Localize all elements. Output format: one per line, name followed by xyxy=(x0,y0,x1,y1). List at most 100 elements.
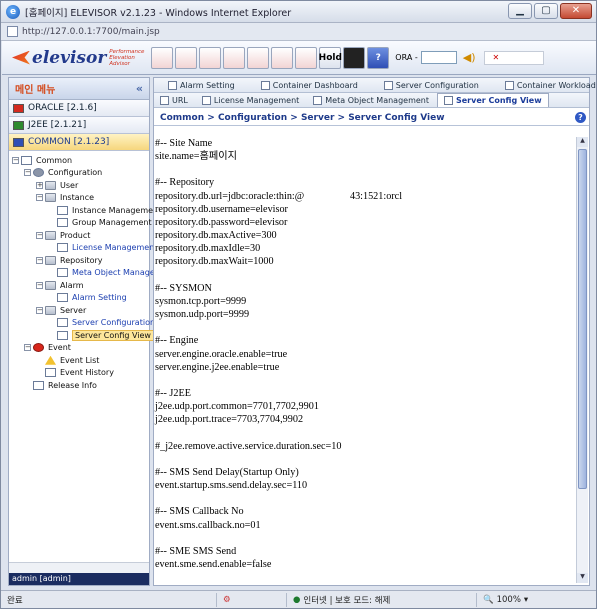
page-icon xyxy=(57,218,68,228)
collapse-icon[interactable]: « xyxy=(136,82,143,95)
tree-item[interactable]: Server Config View xyxy=(9,329,154,342)
tab-item[interactable]: Server Config View xyxy=(436,93,549,107)
tree-item-label: Server xyxy=(60,305,87,315)
tree-item[interactable]: − Product xyxy=(9,229,149,242)
config-text: #-- Site Name site.name=홈페이지 #-- Reposit… xyxy=(155,138,403,570)
alarm-box[interactable]: ✕ xyxy=(483,50,544,65)
collapse-icon[interactable]: − xyxy=(36,281,43,289)
tree-item[interactable]: Meta Object Management xyxy=(9,267,176,280)
menu-title: 메인 메뉴 xyxy=(15,85,56,96)
address-bar: http://127.0.0.1:7700/main.jsp xyxy=(1,23,596,41)
window-title: [홈페이지] ELEVISOR v2.1.23 - Windows Intern… xyxy=(25,7,292,19)
folder-icon xyxy=(45,280,56,290)
tree-item[interactable]: Server Configuration xyxy=(9,317,155,330)
tree-item[interactable]: Event History xyxy=(9,367,149,380)
terminal-icon[interactable] xyxy=(343,46,366,69)
x-icon: ✕ xyxy=(492,52,500,62)
tree-item[interactable]: Group Management xyxy=(9,217,152,230)
tree-item[interactable]: − Repository xyxy=(9,254,149,267)
browser-window: e [홈페이지] ELEVISOR v2.1.23 - Windows Inte… xyxy=(0,0,597,609)
tree-item[interactable]: − Common xyxy=(9,154,149,167)
tab-item[interactable]: URL xyxy=(154,93,194,107)
accordion-item[interactable]: ORACLE [2.1.6] xyxy=(9,100,149,117)
tree-item-label: Release Info xyxy=(48,380,97,390)
tree-item[interactable]: Instance Management xyxy=(9,204,161,217)
hold-icon[interactable]: Hold xyxy=(319,46,342,69)
tree-item[interactable]: − Event xyxy=(9,342,149,355)
ora-input[interactable] xyxy=(420,51,457,64)
scroll-up-icon[interactable]: ▲ xyxy=(577,137,588,147)
tab-label: License Management xyxy=(213,95,300,105)
tab-label: Container Workload xyxy=(516,80,596,90)
tab-item[interactable]: License Management xyxy=(196,93,305,107)
close-button[interactable]: ✕ xyxy=(560,3,592,19)
tab-label: Container Dashboard xyxy=(272,80,358,90)
tree-item[interactable]: + User xyxy=(9,179,149,192)
tab-icon xyxy=(383,80,393,90)
help-icon[interactable]: ? xyxy=(367,46,390,69)
alert-icon xyxy=(33,343,44,353)
zone-text: 인터넷 | 보호 모드: 해제 xyxy=(303,595,391,606)
tree-item[interactable]: License Management xyxy=(9,242,157,255)
tree-item[interactable]: Alarm Setting xyxy=(9,292,149,305)
tree-item-label: Server Configuration xyxy=(72,318,156,328)
tab-item[interactable]: Container Workload xyxy=(499,78,597,92)
tree-item[interactable]: − Server xyxy=(9,304,149,317)
accordion-item[interactable]: J2EE [2.1.21] xyxy=(9,117,149,134)
monitor-icon[interactable] xyxy=(175,46,198,69)
box-icon[interactable] xyxy=(295,46,318,69)
module-icon xyxy=(13,120,24,130)
tab-item[interactable]: Alarm Setting xyxy=(162,78,241,92)
tab-item[interactable]: Container Dashboard xyxy=(255,78,364,92)
collapse-icon[interactable]: − xyxy=(36,306,43,314)
horizontal-scrollbar[interactable] xyxy=(9,562,149,573)
collapse-icon[interactable]: − xyxy=(36,194,43,202)
minimize-button[interactable]: ▁ xyxy=(508,3,532,19)
page-icon xyxy=(21,155,32,165)
tab-item[interactable]: Server Configuration xyxy=(378,78,485,92)
collapse-icon[interactable]: − xyxy=(12,156,19,164)
tree-item-label: Event History xyxy=(60,368,114,378)
tree-item-label: Common xyxy=(36,155,73,165)
scroll-thumb[interactable] xyxy=(578,149,587,489)
folder-icon xyxy=(45,305,56,315)
status-blank: ⚙ xyxy=(216,592,286,607)
zoom-control[interactable]: 🔍 100% ▾ xyxy=(476,592,534,607)
collapse-icon[interactable]: − xyxy=(24,169,31,177)
user-status: admin [admin] xyxy=(9,573,149,585)
shield-icon[interactable] xyxy=(151,46,174,69)
security-icon: ⚙ xyxy=(223,594,231,605)
help-icon[interactable]: ? xyxy=(575,112,586,123)
tree-item[interactable]: − Configuration xyxy=(9,167,149,180)
accordion-item[interactable]: COMMON [2.1.23] xyxy=(9,134,149,151)
speaker-icon[interactable]: ◀) xyxy=(463,51,476,64)
tree-item-label: Server Config View xyxy=(72,329,154,341)
status-bar: 완료 ⚙ ● 인터넷 | 보호 모드: 해제 🔍 100% ▾ xyxy=(1,590,596,608)
collapse-icon[interactable]: − xyxy=(36,256,43,264)
tab-label: Server Config View xyxy=(455,96,542,105)
folder-icon xyxy=(45,230,56,240)
sql-icon[interactable] xyxy=(271,46,294,69)
graph-icon[interactable] xyxy=(223,46,246,69)
vertical-scrollbar[interactable]: ▲ ▼ xyxy=(576,137,588,583)
tree-item[interactable]: − Alarm xyxy=(9,279,149,292)
url-field[interactable]: http://127.0.0.1:7700/main.jsp xyxy=(22,27,160,37)
collapse-icon[interactable]: − xyxy=(36,231,43,239)
maximize-button[interactable]: ▢ xyxy=(534,3,558,19)
tree-item[interactable]: Release Info xyxy=(9,379,149,392)
tree-item[interactable]: − Instance xyxy=(9,192,149,205)
tab-icon xyxy=(260,80,270,90)
chip-icon[interactable] xyxy=(247,46,270,69)
tree-item-label: Instance Management xyxy=(72,205,162,215)
logo-tagline: Performance Elevation Advisor xyxy=(109,48,145,67)
menu-header: 메인 메뉴 « xyxy=(9,78,149,100)
expand-icon[interactable]: + xyxy=(36,181,43,189)
tree-item-label: Repository xyxy=(60,255,103,265)
grid-icon[interactable] xyxy=(199,46,222,69)
collapse-icon[interactable]: − xyxy=(24,344,31,352)
tab-icon xyxy=(160,95,169,105)
scroll-down-icon[interactable]: ▼ xyxy=(577,573,588,583)
accordion-label: ORACLE [2.1.6] xyxy=(28,103,97,113)
tree-item[interactable]: Event List xyxy=(9,354,149,367)
tab-item[interactable]: Meta Object Management xyxy=(307,93,435,107)
